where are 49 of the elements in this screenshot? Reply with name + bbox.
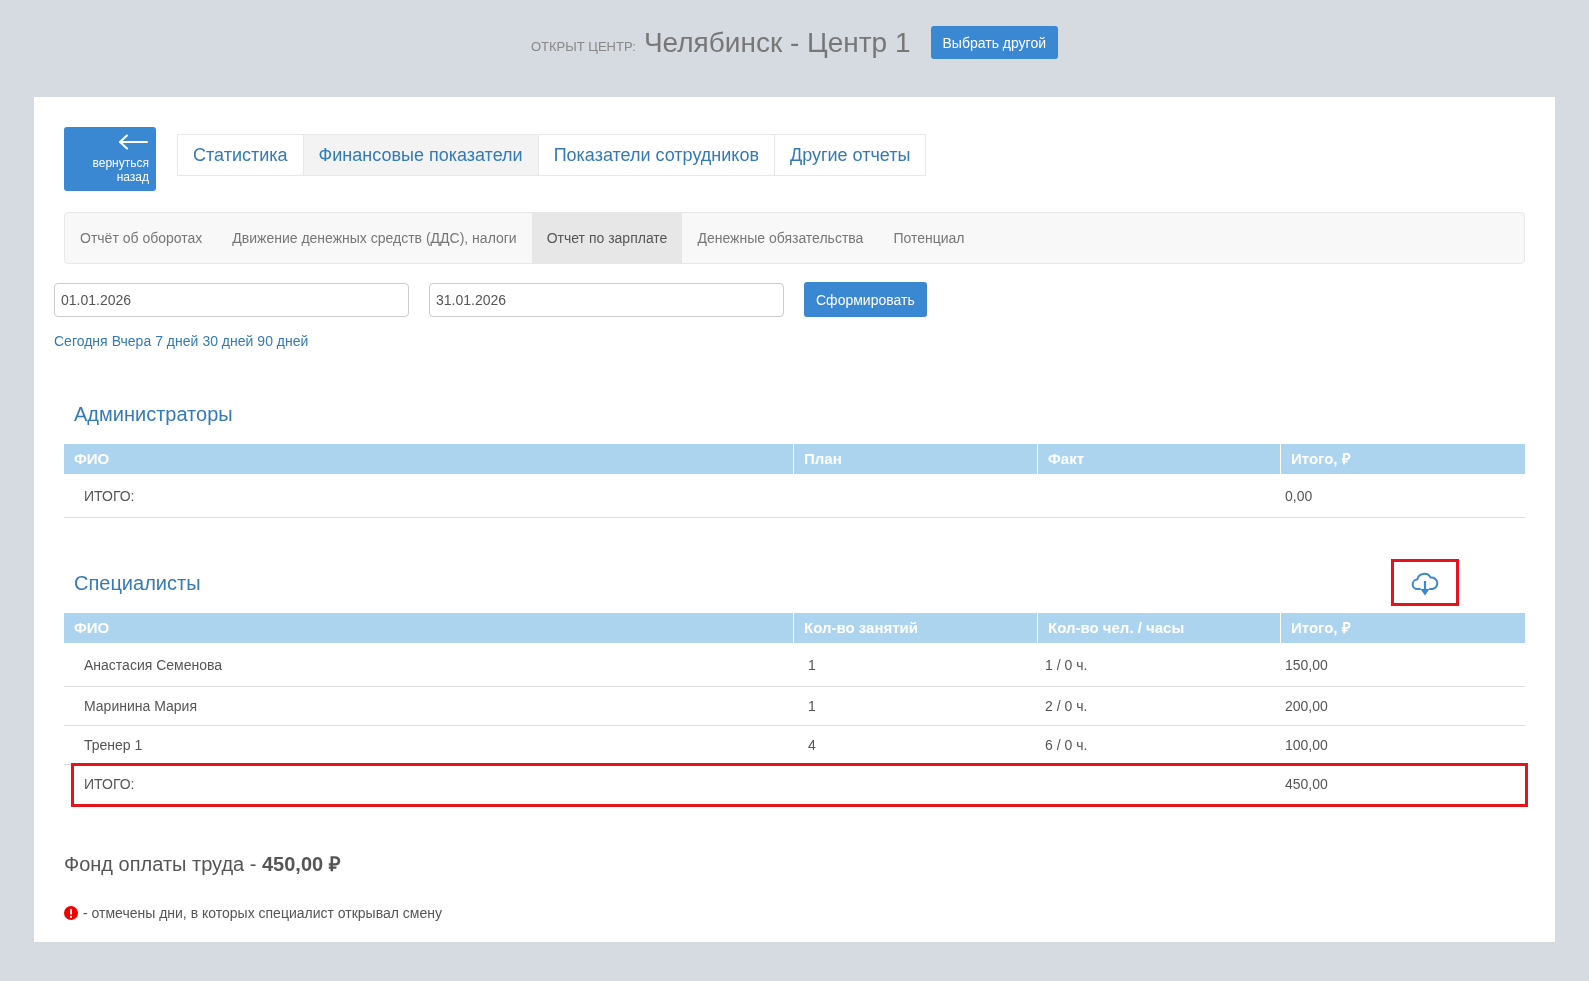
report-tab[interactable]: Движение денежных средств (ДДС), налоги <box>217 213 532 263</box>
center-name: Челябинск - Центр 1 <box>643 26 911 59</box>
total-label: ИТОГО: <box>83 775 136 793</box>
table-cell-text: 150,00 <box>1284 655 1329 674</box>
table-cell-text: 200,00 <box>1284 697 1329 715</box>
download-button[interactable] <box>1391 559 1459 606</box>
table-cell-text: Тренер 1 <box>83 736 144 754</box>
nav-tab[interactable]: Финансовые показатели <box>302 135 538 175</box>
column-header: Факт <box>1037 444 1280 474</box>
arrow-left-icon <box>118 134 148 150</box>
column-header: ФИО <box>73 449 111 469</box>
date-range-link[interactable]: 30 дней <box>202 333 254 349</box>
back-button[interactable]: вернуться назад <box>64 127 156 191</box>
report-tab[interactable]: Потенциал <box>878 213 980 263</box>
column-header: Кол-во занятий <box>793 613 1037 643</box>
report-tab[interactable]: Отчёт об оборотах <box>65 213 218 263</box>
column-header: Итого, ₽ <box>1280 444 1525 474</box>
payroll-fund-text: Фонд оплаты труда - 450,00 ₽ <box>64 852 342 876</box>
section-title: Администраторы <box>74 401 233 426</box>
date-range-link[interactable]: 90 дней <box>257 333 309 349</box>
section-title: Специалисты <box>74 570 201 595</box>
date-range-link[interactable]: Сегодня <box>54 333 108 349</box>
center-caption: ОТКРЫТ ЦЕНТР: <box>530 37 636 54</box>
total-value: 450,00 <box>1284 775 1329 793</box>
generate-button[interactable]: Сформировать <box>804 282 927 317</box>
table-cell-text: 6 / 0 ч. <box>1044 736 1089 754</box>
report-tab[interactable]: Денежные обязательства <box>682 213 879 263</box>
date-from-field[interactable]: 01.01.2026 <box>54 282 409 317</box>
date-to-field[interactable]: 31.01.2026 <box>429 282 784 317</box>
date-range-link[interactable]: Вчера <box>111 333 152 349</box>
table-cell-text: 1 / 0 ч. <box>1044 655 1089 674</box>
legend-text: - отмечены дни, в которых специалист открывал смену <box>83 905 442 921</box>
total-value: 0,00 <box>1284 486 1314 505</box>
table-cell-text: 1 <box>807 655 817 674</box>
date-range-link[interactable]: 7 дней <box>155 333 199 349</box>
report-tab[interactable]: Отчет по зарплате <box>531 213 683 263</box>
column-header: ФИО <box>73 618 111 638</box>
column-header: Итого, ₽ <box>1280 613 1525 643</box>
column-header: Кол-во чел. / часы <box>1037 613 1280 643</box>
table-cell-text: 1 <box>807 697 817 715</box>
column-header: План <box>793 444 1037 474</box>
table-cell-text: Анастасия Семенова <box>83 655 224 674</box>
change-center-button[interactable]: Выбрать другой <box>930 26 1058 59</box>
table-cell-text: 2 / 0 ч. <box>1044 697 1089 715</box>
table-cell-text: 100,00 <box>1284 736 1329 754</box>
alert-icon <box>64 906 78 920</box>
table-cell-text: Маринина Мария <box>83 697 198 715</box>
total-label: ИТОГО: <box>83 486 136 505</box>
table-cell-text: 4 <box>807 736 817 754</box>
